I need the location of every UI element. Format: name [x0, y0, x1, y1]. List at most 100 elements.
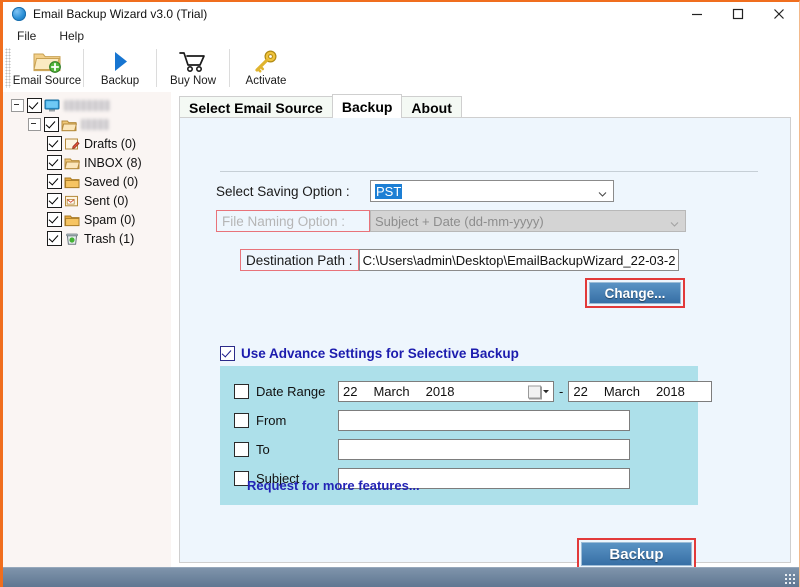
destination-path-label: Destination Path :	[240, 249, 359, 271]
to-label: To	[256, 442, 270, 457]
sent-folder-icon	[64, 193, 80, 208]
tree-checkbox[interactable]	[47, 174, 62, 189]
app-globe-icon	[12, 6, 26, 21]
resize-grip[interactable]	[784, 573, 796, 585]
file-naming-label: File Naming Option :	[216, 210, 370, 232]
tab-select-email-source[interactable]: Select Email Source	[179, 96, 333, 118]
advance-settings-panel: Date Range 22 March 2018 - 22 March 2018…	[220, 366, 713, 505]
shopping-cart-icon	[178, 48, 208, 74]
folder-tree-sidebar[interactable]: Drafts (0) INBOX (8) Saved (0) Sent (0) …	[3, 92, 172, 568]
tab-label: Backup	[341, 98, 393, 115]
toolbar-label-activate: Activate	[245, 75, 287, 87]
maximize-button[interactable]	[717, 2, 758, 25]
date-range-checkbox[interactable]	[234, 384, 249, 399]
tree-item-trash[interactable]: Trash (1)	[9, 229, 171, 248]
change-button[interactable]: Change...	[589, 282, 681, 304]
from-checkbox[interactable]	[234, 413, 249, 428]
to-checkbox[interactable]	[234, 442, 249, 457]
tree-checkbox[interactable]	[47, 193, 62, 208]
toolbar-button-email-source[interactable]: Email Source	[11, 46, 83, 92]
tree-checkbox[interactable]	[47, 136, 62, 151]
advance-settings-header[interactable]: Use Advance Settings for Selective Backu…	[220, 346, 519, 361]
tree-item-root[interactable]	[9, 96, 171, 115]
backup-button-focus-ring: Backup	[577, 538, 696, 570]
menu-file[interactable]: File	[8, 27, 45, 45]
tree-item-account[interactable]	[9, 115, 171, 134]
key-icon	[252, 48, 280, 74]
change-button-focus-ring: Change...	[585, 278, 685, 308]
minimize-button[interactable]	[676, 2, 717, 25]
date-to-picker[interactable]: 22 March 2018	[568, 381, 713, 402]
calendar-dropdown-icon[interactable]	[528, 385, 550, 398]
date-from-picker[interactable]: 22 March 2018	[338, 381, 554, 402]
tree-item-sent[interactable]: Sent (0)	[9, 191, 171, 210]
application-window: Email Backup Wizard v3.0 (Trial) File He…	[0, 0, 800, 587]
collapse-expander-icon[interactable]	[11, 99, 24, 112]
to-row: To	[234, 439, 630, 460]
saving-option-label: Select Saving Option :	[216, 183, 350, 199]
file-naming-row: File Naming Option : Subject + Date (dd-…	[216, 210, 686, 232]
tree-checkbox[interactable]	[47, 212, 62, 227]
request-more-features-link[interactable]: Request for more features...	[247, 478, 420, 493]
from-label: From	[256, 413, 287, 428]
trash-folder-icon	[64, 231, 80, 246]
tree-item-label-redacted	[81, 119, 109, 130]
saving-option-row: Select Saving Option : PST	[216, 180, 614, 202]
tree-item-label: INBOX (8)	[84, 155, 142, 170]
tree-item-inbox[interactable]: INBOX (8)	[9, 153, 171, 172]
backup-button[interactable]: Backup	[581, 542, 692, 566]
chevron-down-icon	[598, 187, 607, 197]
date-from-day: 22	[343, 384, 358, 399]
tree-item-saved[interactable]: Saved (0)	[9, 172, 171, 191]
backup-tab-panel: Select Saving Option : PST File Naming O…	[179, 117, 791, 570]
date-to-month: March	[603, 384, 640, 399]
tree-item-drafts[interactable]: Drafts (0)	[9, 134, 171, 153]
date-to-day: 22	[573, 384, 588, 399]
tree-checkbox[interactable]	[47, 231, 62, 246]
tree-item-label: Sent (0)	[84, 193, 129, 208]
inbox-folder-icon	[64, 155, 80, 170]
advance-settings-title: Use Advance Settings for Selective Backu…	[241, 346, 519, 361]
tree-item-label: Spam (0)	[84, 212, 136, 227]
from-row: From	[234, 410, 630, 431]
date-range-row: Date Range 22 March 2018 - 22 March 2018	[234, 381, 713, 402]
to-input[interactable]	[338, 439, 630, 460]
play-triangle-icon	[107, 48, 133, 74]
destination-path-row: Destination Path : C:\Users\admin\Deskto…	[240, 249, 679, 271]
destination-path-input[interactable]: C:\Users\admin\Desktop\EmailBackupWizard…	[358, 249, 679, 271]
tab-backup[interactable]: Backup	[331, 94, 403, 118]
collapse-expander-icon[interactable]	[28, 118, 41, 131]
section-divider	[220, 171, 758, 172]
tree-item-label: Trash (1)	[84, 231, 135, 246]
toolbar-label-backup: Backup	[100, 75, 140, 87]
drafts-folder-icon	[64, 136, 80, 151]
menu-help[interactable]: Help	[50, 27, 93, 45]
date-range-separator: -	[559, 384, 564, 399]
toolbar-button-buy-now[interactable]: Buy Now	[157, 46, 229, 92]
tab-bar: Select Email Source Backup About	[179, 94, 462, 118]
date-from-month: March	[373, 384, 410, 399]
tree-item-label-redacted	[64, 100, 110, 111]
tree-checkbox[interactable]	[44, 117, 59, 132]
toolbar-label-email-source: Email Source	[12, 75, 82, 87]
toolbar-button-activate[interactable]: Activate	[230, 46, 302, 92]
toolbar-button-backup[interactable]: Backup	[84, 46, 156, 92]
saving-option-select[interactable]: PST	[370, 180, 614, 202]
mail-folder-icon	[61, 117, 77, 132]
close-button[interactable]	[758, 2, 799, 25]
advance-settings-checkbox[interactable]	[220, 346, 235, 361]
tree-item-spam[interactable]: Spam (0)	[9, 210, 171, 229]
spam-folder-icon	[64, 212, 80, 227]
date-to-year: 2018	[655, 384, 685, 399]
tree-checkbox[interactable]	[27, 98, 42, 113]
window-title: Email Backup Wizard v3.0 (Trial)	[33, 6, 208, 21]
tab-label: Select Email Source	[189, 99, 323, 116]
chevron-down-icon	[670, 217, 679, 227]
from-input[interactable]	[338, 410, 630, 431]
status-bar	[3, 567, 799, 587]
tree-checkbox[interactable]	[47, 155, 62, 170]
main-content: Select Email Source Backup About Select …	[171, 92, 799, 570]
tab-about[interactable]: About	[401, 96, 462, 118]
file-naming-select: Subject + Date (dd-mm-yyyy)	[370, 210, 686, 232]
folder-add-icon	[32, 48, 62, 74]
